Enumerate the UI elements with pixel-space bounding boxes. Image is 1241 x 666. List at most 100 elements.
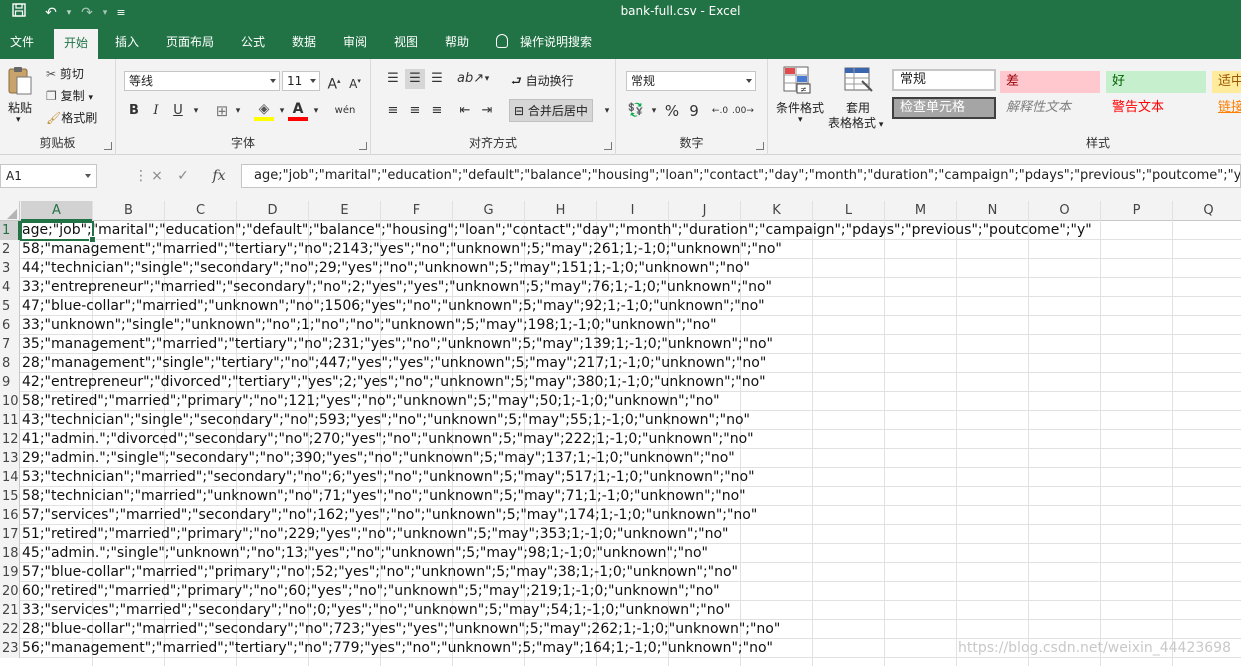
comma-button[interactable]: 9	[684, 101, 704, 121]
column-header-k[interactable]: K	[741, 201, 813, 221]
cell-a-text[interactable]: 58;"retired";"married";"primary";"no";12…	[22, 392, 720, 411]
cell-a-text[interactable]: 35;"management";"married";"tertiary";"no…	[22, 335, 773, 354]
column-header-i[interactable]: I	[597, 201, 669, 221]
row-header[interactable]: 11	[0, 411, 20, 430]
cell-a-text[interactable]: 57;"services";"married";"secondary";"no"…	[22, 506, 757, 525]
column-header-o[interactable]: O	[1029, 201, 1101, 221]
row-header[interactable]: 9	[0, 373, 20, 392]
column-header-q[interactable]: Q	[1173, 201, 1241, 221]
currency-icon[interactable]: 💱	[626, 101, 646, 121]
enter-icon[interactable]: ✓	[172, 164, 194, 188]
cell-a-text[interactable]: 58;"technician";"married";"unknown";"no"…	[22, 487, 746, 506]
row-header[interactable]: 22	[0, 620, 20, 639]
align-top-icon[interactable]: ☰	[383, 69, 403, 89]
italic-button[interactable]: I	[146, 101, 166, 121]
row-header[interactable]: 20	[0, 582, 20, 601]
cell-a-text[interactable]: 33;"unknown";"single";"unknown";"no";1;"…	[22, 316, 717, 335]
cell-a-text[interactable]: 28;"management";"single";"tertiary";"no"…	[22, 354, 766, 373]
increase-font-icon[interactable]: A▴	[324, 71, 344, 93]
align-left-icon[interactable]: ≡	[383, 101, 403, 121]
select-all-button[interactable]	[0, 201, 20, 221]
copy-dropdown-icon[interactable]: ▾	[88, 93, 93, 103]
style-normal[interactable]: 常规	[892, 69, 996, 91]
cell-a-text[interactable]: 43;"technician";"single";"secondary";"no…	[22, 411, 750, 430]
style-link[interactable]: 链接	[1212, 97, 1241, 119]
formula-input[interactable]: age;"job";"marital";"education";"default…	[241, 164, 1241, 188]
copy-button[interactable]: ❐ 复制 ▾	[46, 87, 93, 104]
name-box[interactable]: A1	[0, 164, 97, 188]
column-header-p[interactable]: P	[1101, 201, 1173, 221]
style-explanatory[interactable]: 解释性文本	[1000, 97, 1100, 119]
cell-a-text[interactable]: 29;"admin.";"single";"secondary";"no";39…	[22, 449, 735, 468]
row-header[interactable]: 5	[0, 297, 20, 316]
tab-page-layout[interactable]: 页面布局	[156, 26, 224, 59]
cell-a-text[interactable]: 41;"admin.";"divorced";"secondary";"no";…	[22, 430, 754, 449]
number-format-select[interactable]: 常规	[626, 71, 756, 91]
row-header[interactable]: 8	[0, 354, 20, 373]
tab-data[interactable]: 数据	[282, 26, 326, 59]
row-header[interactable]: 14	[0, 468, 20, 487]
style-bad[interactable]: 差	[1000, 71, 1100, 93]
tab-formulas[interactable]: 公式	[231, 26, 275, 59]
align-right-icon[interactable]: ≡	[427, 101, 447, 121]
number-launcher-icon[interactable]	[756, 142, 764, 150]
column-header-d[interactable]: D	[237, 201, 309, 221]
cell-a-text[interactable]: 44;"technician";"single";"secondary";"no…	[22, 259, 750, 278]
column-header-l[interactable]: L	[813, 201, 885, 221]
cell-a-text[interactable]: 57;"blue-collar";"married";"primary";"no…	[22, 563, 738, 582]
cell-a-text[interactable]: 60;"retired";"married";"primary";"no";60…	[22, 582, 720, 601]
row-header[interactable]: 17	[0, 525, 20, 544]
tab-review[interactable]: 审阅	[333, 26, 377, 59]
cell-a-text[interactable]: 53;"technician";"married";"secondary";"n…	[22, 468, 755, 487]
row-header[interactable]: 23	[0, 639, 20, 658]
row-header[interactable]: 6	[0, 316, 20, 335]
cell-a-text[interactable]: 45;"admin.";"single";"unknown";"no";13;"…	[22, 544, 708, 563]
style-neutral[interactable]: 适中	[1212, 71, 1241, 93]
cell-a-text[interactable]: 47;"blue-collar";"married";"unknown";"no…	[22, 297, 765, 316]
tab-file[interactable]: 文件	[0, 26, 44, 59]
cut-button[interactable]: ✂ 剪切	[46, 65, 84, 82]
tab-help[interactable]: 帮助	[435, 26, 479, 59]
tab-insert[interactable]: 插入	[105, 26, 149, 59]
row-header[interactable]: 2	[0, 240, 20, 259]
align-bottom-icon[interactable]: ☰	[427, 69, 447, 89]
align-center-icon[interactable]: ≡	[405, 101, 425, 121]
font-name-select[interactable]: 等线	[124, 71, 280, 91]
paste-icon[interactable]	[6, 65, 36, 99]
row-header[interactable]: 13	[0, 449, 20, 468]
insert-function-icon[interactable]: fx	[208, 164, 230, 188]
row-header[interactable]: 3	[0, 259, 20, 278]
font-color-dropdown-icon[interactable]: ▾	[306, 101, 326, 121]
increase-decimal-icon[interactable]: ←.0	[710, 101, 730, 121]
cancel-icon[interactable]: ×	[146, 164, 168, 188]
cell-a-text[interactable]: 58;"management";"married";"tertiary";"no…	[22, 240, 782, 259]
column-header-j[interactable]: J	[669, 201, 741, 221]
cell-a-text[interactable]: 51;"retired";"married";"primary";"no";22…	[22, 525, 729, 544]
cell-a-text[interactable]: 28;"blue-collar";"married";"secondary";"…	[22, 620, 780, 639]
table-format-button[interactable]: 表格格式 ▾	[828, 114, 883, 131]
cell-a-text[interactable]: 33;"services";"married";"secondary";"no"…	[22, 601, 731, 620]
merge-center-button[interactable]: ⊟ 合并后居中	[509, 99, 593, 122]
cell-a-text[interactable]: 42;"entrepreneur";"divorced";"tertiary";…	[22, 373, 766, 392]
merge-dropdown-icon[interactable]: ▾	[597, 101, 617, 121]
column-header-h[interactable]: H	[525, 201, 597, 221]
orientation-dropdown-icon[interactable]: ▾	[477, 69, 497, 89]
format-painter-button[interactable]: 🖌格式刷	[46, 109, 97, 126]
font-color-icon[interactable]: A	[288, 99, 308, 121]
style-check-cell[interactable]: 检查单元格	[892, 97, 996, 119]
style-warning[interactable]: 警告文本	[1106, 97, 1206, 119]
row-header[interactable]: 7	[0, 335, 20, 354]
cell-a-text[interactable]: 56;"management";"married";"tertiary";"no…	[22, 639, 773, 658]
conditional-dropdown-icon[interactable]: ▾	[798, 115, 803, 125]
increase-indent-icon[interactable]: ⇥	[477, 101, 497, 121]
currency-dropdown-icon[interactable]: ▾	[644, 101, 664, 121]
cell-a-text[interactable]: 33;"entrepreneur";"married";"secondary";…	[22, 278, 772, 297]
clipboard-launcher-icon[interactable]	[104, 142, 112, 150]
row-header[interactable]: 16	[0, 506, 20, 525]
align-middle-icon[interactable]: ☰	[405, 69, 425, 89]
column-header-n[interactable]: N	[957, 201, 1029, 221]
table-format-icon[interactable]	[842, 65, 876, 95]
row-header[interactable]: 12	[0, 430, 20, 449]
phonetic-button[interactable]: wén	[332, 101, 358, 121]
column-header-f[interactable]: F	[381, 201, 453, 221]
